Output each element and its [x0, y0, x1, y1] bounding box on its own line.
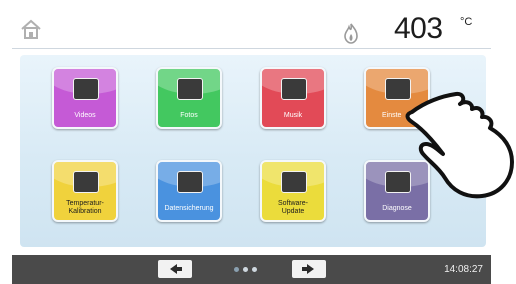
page-indicator	[234, 267, 264, 275]
home-icon[interactable]	[20, 18, 42, 40]
tile-fotos[interactable]: Fotos	[156, 67, 222, 129]
page-dot	[252, 267, 257, 272]
photo-icon	[177, 78, 203, 100]
page-dot	[243, 267, 248, 272]
tile-musik[interactable]: Musik	[260, 67, 326, 129]
arrow-right-icon	[302, 264, 314, 274]
tile-label: Datensicherung	[164, 205, 214, 212]
clock: 14:08:27	[444, 264, 483, 275]
touchscreen: 403 °C Videos Fotos Musik Einste Tempera…	[0, 0, 516, 284]
tile-datensicherung[interactable]: Datensicherung	[156, 160, 222, 222]
tile-software-update[interactable]: Software- Update	[260, 160, 326, 222]
tile-temperatur-kalibration[interactable]: Temperatur- Kalibration	[52, 160, 118, 222]
music-icon	[281, 78, 307, 100]
bottom-bar: 14:08:27	[12, 255, 491, 284]
temperature-unit: °C	[460, 16, 473, 28]
tile-label: Diagnose	[382, 205, 412, 212]
tile-label: Fotos	[180, 112, 198, 119]
tile-label: Software- Update	[278, 200, 308, 215]
flame-icon	[344, 23, 358, 44]
page-dot-active	[234, 267, 239, 272]
tile-label: Temperatur- Kalibration	[66, 200, 104, 215]
pointing-hand-icon	[405, 91, 514, 199]
video-icon	[73, 78, 99, 100]
arrow-left-icon	[170, 264, 182, 274]
temperature-value: 403	[394, 12, 443, 45]
backup-icon	[177, 171, 203, 193]
tile-label: Videos	[74, 112, 96, 119]
chip-icon	[281, 171, 307, 193]
tile-label: Musik	[283, 112, 303, 119]
status-bar: 403 °C	[12, 12, 491, 49]
prev-page-button[interactable]	[158, 260, 192, 278]
tile-videos[interactable]: Videos	[52, 67, 118, 129]
calibration-icon	[73, 171, 99, 193]
next-page-button[interactable]	[292, 260, 326, 278]
